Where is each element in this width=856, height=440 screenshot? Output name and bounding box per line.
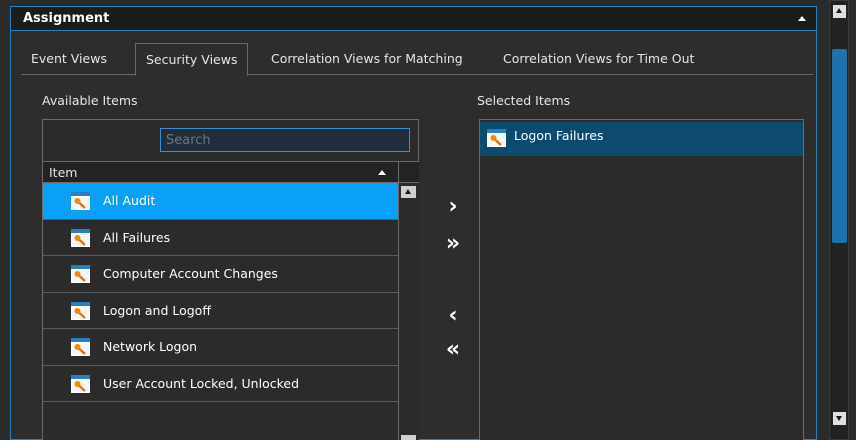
list-item-label: Network Logon	[103, 339, 198, 354]
list-item[interactable]: Network Logon	[43, 329, 398, 366]
tab-event-views[interactable]: Event Views	[31, 43, 107, 75]
scroll-up-icon[interactable]	[833, 5, 846, 18]
security-view-key-icon	[487, 129, 506, 147]
list-item-label: All Failures	[103, 229, 171, 245]
available-items-label: Available Items	[42, 93, 138, 108]
list-item[interactable]: Computer Account Changes	[43, 256, 398, 293]
list-item-label: Logon Failures	[514, 128, 604, 143]
list-item[interactable]: Logon and Logoff	[43, 292, 398, 329]
add-all-button[interactable]: »	[441, 233, 465, 255]
remove-selected-button[interactable]: ‹	[441, 305, 465, 327]
security-view-key-icon	[71, 338, 90, 356]
tab-bar: Event Views Security Views Correlation V…	[21, 43, 813, 76]
selected-items-label: Selected Items	[477, 93, 571, 108]
column-header-label: Item	[49, 165, 78, 180]
page-scrollbar[interactable]	[829, 0, 849, 440]
add-selected-button[interactable]: ›	[441, 196, 465, 218]
search-input[interactable]	[160, 128, 410, 152]
security-view-key-icon	[71, 192, 90, 210]
available-list-scrollbar[interactable]	[398, 183, 419, 440]
selected-items-list: Logon Failures	[479, 119, 804, 440]
list-item-label: User Account Locked, Unlocked	[103, 375, 300, 391]
security-view-key-icon	[71, 301, 90, 320]
available-rows: All Audit All Failures Computer Account …	[43, 183, 398, 402]
list-item-label: All Audit	[103, 193, 156, 208]
list-item-label: Logon and Logoff	[103, 302, 211, 318]
list-item[interactable]: All Audit	[43, 183, 398, 220]
collapse-icon[interactable]	[798, 16, 806, 21]
list-item[interactable]: User Account Locked, Unlocked	[43, 365, 398, 402]
tab-correlation-views-timeout[interactable]: Correlation Views for Time Out	[503, 43, 694, 75]
tab-security-views[interactable]: Security Views	[135, 43, 249, 76]
column-header-item[interactable]: Item	[43, 161, 398, 183]
panel-header[interactable]: Assignment	[11, 7, 816, 31]
list-item-label: Computer Account Changes	[103, 266, 278, 281]
scroll-up-icon[interactable]	[401, 186, 416, 198]
tab-correlation-views-matching[interactable]: Correlation Views for Matching	[271, 43, 463, 75]
available-items-list: Item All Audit	[42, 119, 419, 440]
header-scroll-spacer	[398, 161, 419, 183]
security-view-key-icon	[71, 265, 90, 283]
panel-title: Assignment	[23, 11, 110, 26]
remove-all-button[interactable]: «	[441, 339, 465, 361]
scroll-down-icon[interactable]	[833, 412, 846, 425]
scroll-down-icon[interactable]	[401, 435, 416, 440]
sort-ascending-icon[interactable]	[378, 170, 386, 175]
list-item[interactable]: Logon Failures	[480, 122, 803, 156]
security-view-key-icon	[71, 374, 90, 393]
scrollbar-thumb[interactable]	[832, 49, 847, 243]
assignment-panel: Assignment Event Views Security Views Co…	[10, 6, 817, 440]
security-view-key-icon	[71, 228, 90, 247]
list-item[interactable]: All Failures	[43, 219, 398, 256]
